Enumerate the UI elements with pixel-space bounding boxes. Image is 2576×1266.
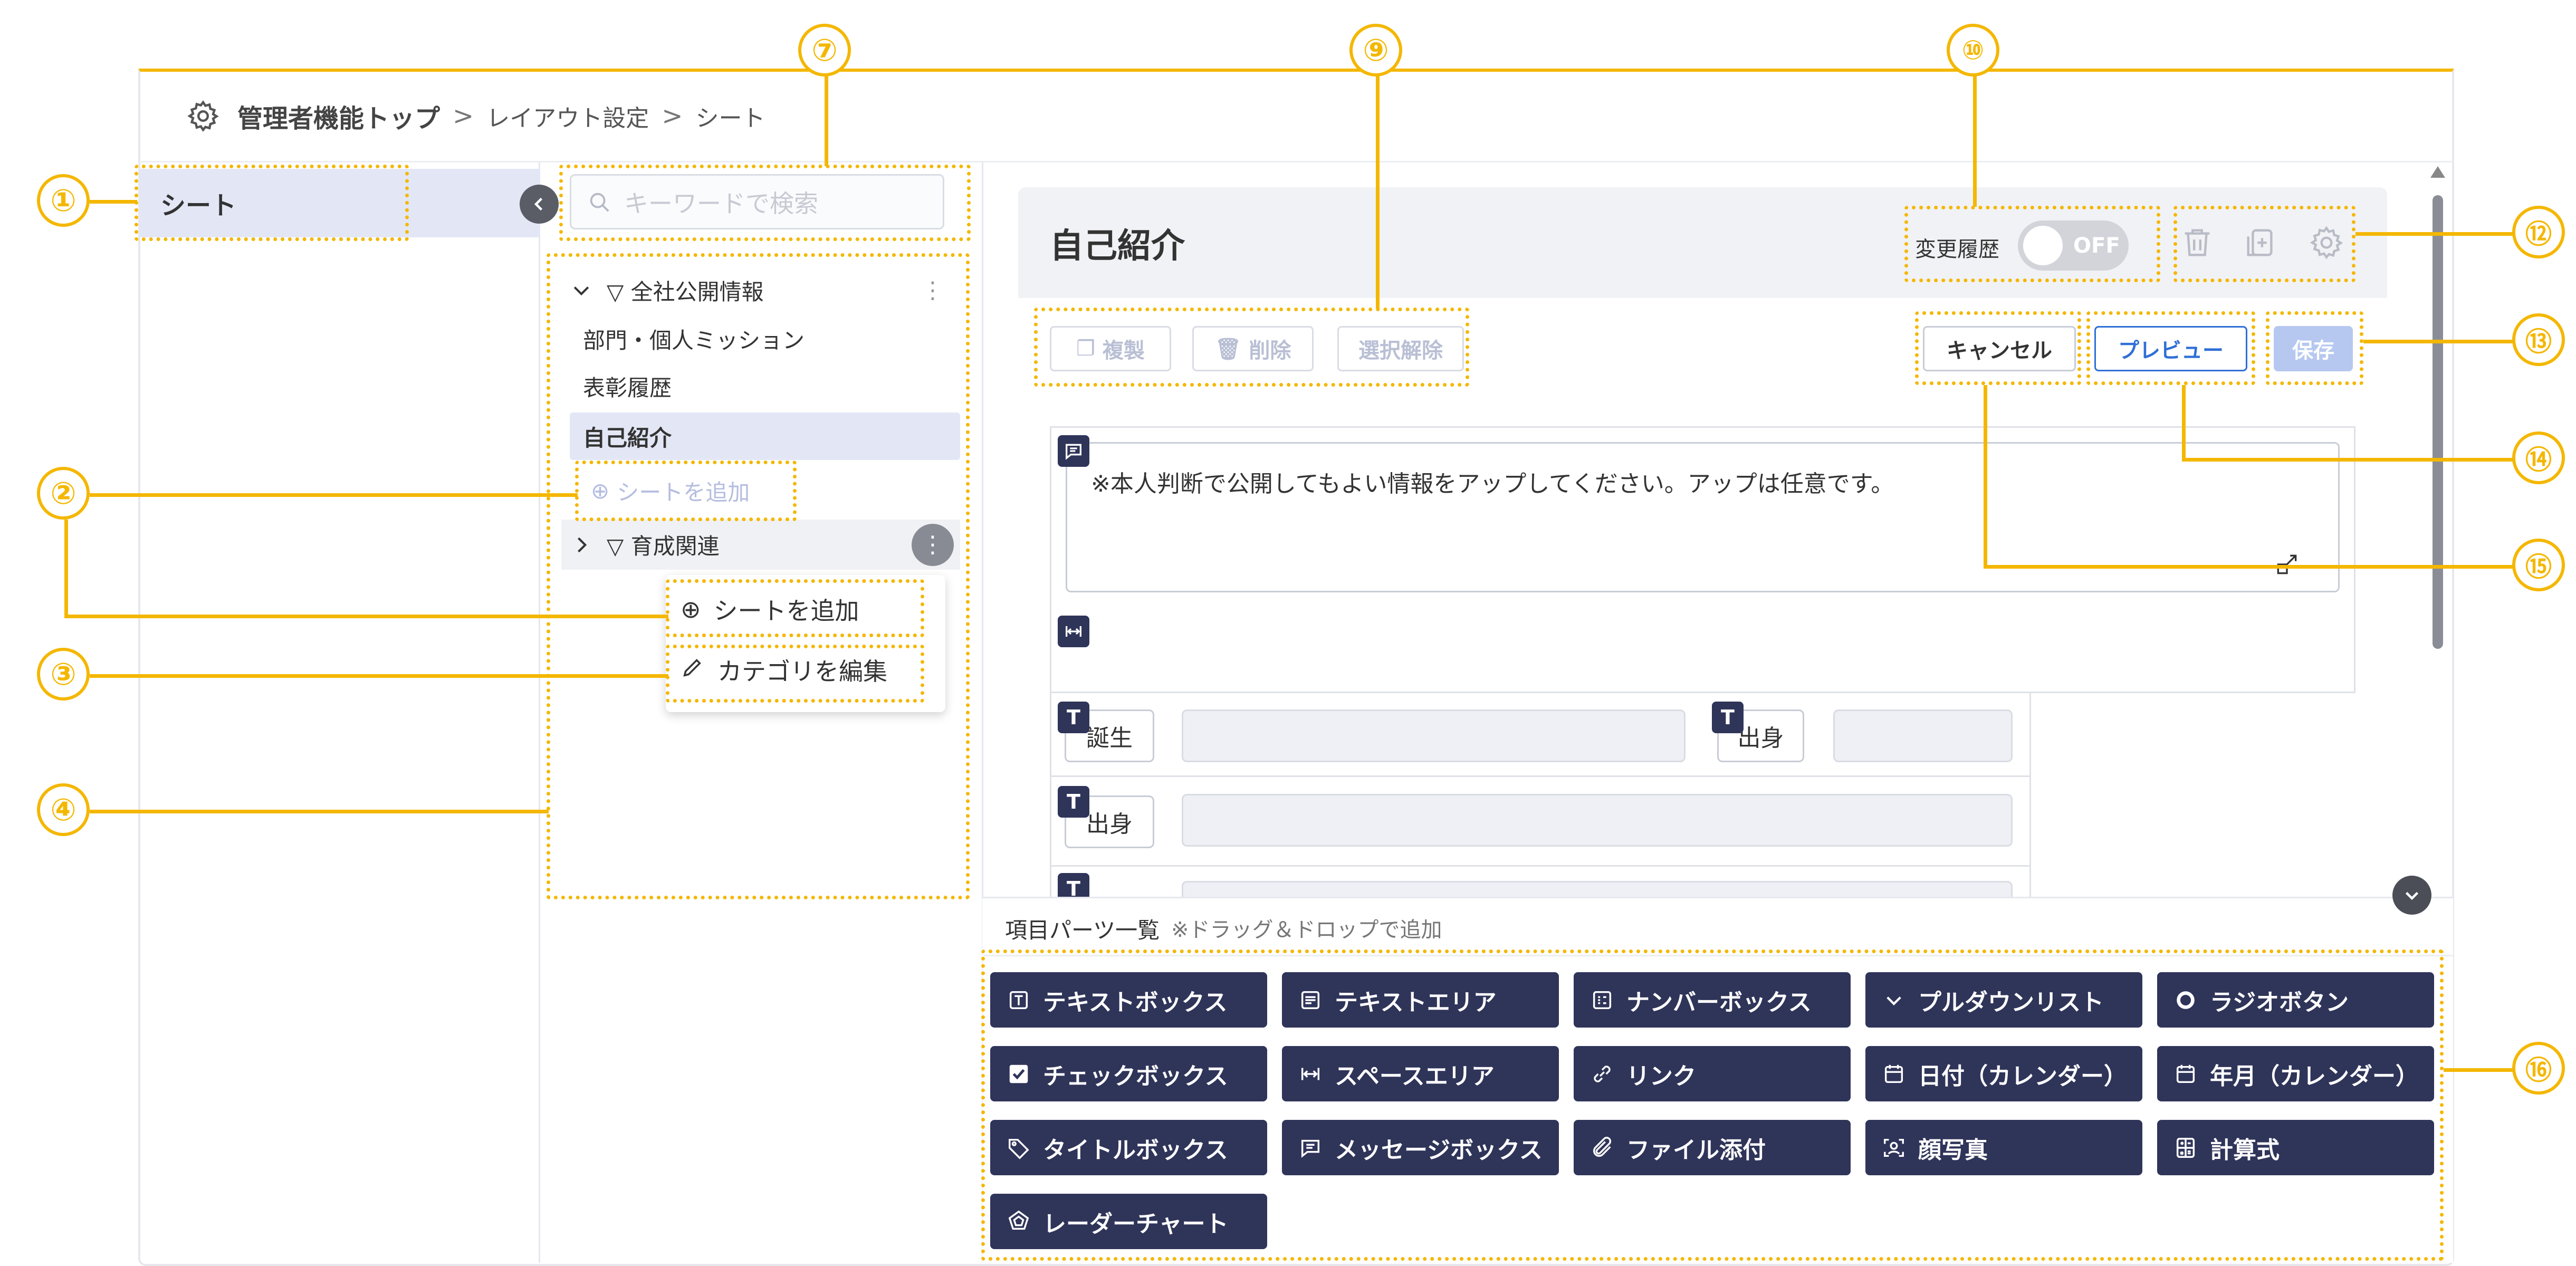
annotation-box-3: [666, 645, 924, 703]
annotation-box-16: [981, 950, 2444, 1261]
field-label-text: 出身: [1086, 811, 1133, 838]
resize-handle-icon[interactable]: [2274, 551, 2300, 578]
annotation-box-2: [575, 461, 797, 521]
annotation-box-7: [559, 165, 971, 241]
scroll-up-arrow[interactable]: [2430, 166, 2445, 178]
parts-hint: ※ドラッグ＆ドロップで追加: [1171, 918, 1442, 942]
callout-line-1: [90, 200, 137, 204]
callout-line-7: [825, 74, 828, 166]
text-box-icon: T: [1058, 786, 1089, 818]
breadcrumb-separator: >: [662, 101, 683, 131]
text-field[interactable]: [1182, 709, 1686, 762]
message-box[interactable]: ※本人判断で公開してもよい情報をアップしてください。アップは任意です。: [1066, 442, 2340, 592]
callout-2: ②: [37, 467, 90, 520]
callout-9: ⑨: [1349, 24, 1402, 76]
breadcrumb-layout[interactable]: レイアウト設定: [486, 99, 649, 133]
callout-7: ⑦: [798, 24, 851, 76]
scrollbar-thumb[interactable]: [2433, 195, 2443, 649]
callout-line-4: [90, 810, 549, 813]
field-row-divider: [1050, 775, 2031, 777]
callout-line-14v: [2182, 385, 2186, 462]
callout-line-10: [1973, 74, 1977, 207]
text-box-icon: T: [1712, 702, 1744, 733]
annotation-box-4: [547, 253, 970, 899]
breadcrumb-current: シート: [695, 105, 765, 132]
annotation-box-2b: [666, 579, 924, 637]
field-label-text: 誕生: [1086, 725, 1133, 752]
annotation-box-9: [1034, 308, 1469, 387]
callout-line-9: [1376, 74, 1380, 309]
field-row-divider: [1050, 865, 2031, 867]
callout-15: ⑮: [2512, 539, 2565, 591]
callout-line-2: [90, 493, 578, 497]
annotation-box-15: [1915, 311, 2081, 385]
annotation-box-12: [2173, 206, 2355, 282]
callout-line-16: [2444, 1068, 2514, 1072]
breadcrumb-separator: >: [453, 101, 474, 131]
text-field[interactable]: [1182, 881, 2013, 897]
sheet-title: 自己紹介: [1050, 227, 1185, 266]
callout-12: ⑫: [2512, 206, 2565, 258]
parts-title: 項目パーツ一覧: [1005, 917, 1160, 943]
parts-collapse-button[interactable]: [2392, 876, 2431, 915]
message-box-icon: [1058, 435, 1089, 467]
breadcrumb: 管理者機能トップ > レイアウト設定 > シート: [185, 95, 765, 137]
callout-13: ⑬: [2512, 313, 2565, 366]
callout-10: ⑩: [1947, 24, 1999, 76]
sidebar: [139, 162, 540, 1263]
callout-4: ④: [37, 783, 90, 836]
annotation-box-10: [1904, 206, 2160, 282]
text-box-icon: T: [1058, 702, 1089, 733]
text-field[interactable]: [1182, 794, 2013, 847]
callout-line-15v: [1984, 385, 1987, 569]
callout-line-13: [2363, 340, 2514, 343]
callout-line-2v: [64, 520, 68, 618]
space-area-icon: [1058, 616, 1089, 647]
callout-line-15: [1984, 565, 2514, 569]
annotation-box-1: [135, 165, 409, 241]
callout-16: ⑯: [2512, 1042, 2565, 1095]
message-text: ※本人判断で公開してもよい情報をアップしてください。アップは任意です。: [1091, 471, 1894, 497]
annotation-box-13: [2266, 311, 2363, 385]
text-field[interactable]: [1833, 709, 2013, 762]
callout-1: ①: [37, 174, 90, 227]
callout-3: ③: [37, 648, 90, 701]
annotation-box-14: [2086, 311, 2255, 385]
field-label-text: 出身: [1737, 725, 1784, 752]
callout-line-12: [2355, 232, 2514, 236]
gear-icon[interactable]: [185, 98, 222, 135]
callout-line-2b: [64, 615, 668, 618]
breadcrumb-home[interactable]: 管理者機能トップ: [237, 98, 440, 135]
callout-line-14: [2182, 458, 2514, 462]
callout-14: ⑭: [2512, 431, 2565, 484]
callout-line-3: [90, 674, 668, 678]
